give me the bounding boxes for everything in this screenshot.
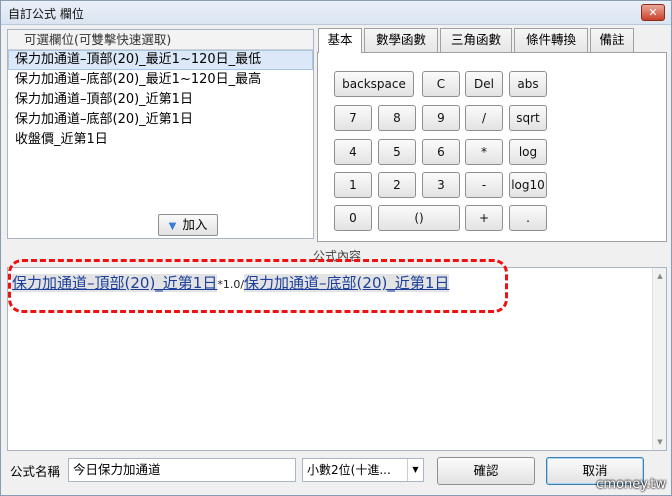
formula-name-input[interactable]: 今日保力加通道	[68, 458, 296, 482]
list-item[interactable]: 保力加通道–底部(20)_近第1日	[8, 110, 313, 130]
chevron-down-icon[interactable]: ▼	[407, 459, 423, 481]
arrow-down-icon: ▼	[168, 221, 177, 232]
tab-trig[interactable]: 三角函數	[440, 28, 512, 52]
backspace-button[interactable]: backspace	[334, 71, 414, 97]
tab-notes[interactable]: 備註	[590, 28, 634, 52]
list-item[interactable]: 保力加通道–頂部(20)_最近1~120日_最低	[8, 50, 313, 70]
digit-0-button[interactable]: 0	[334, 205, 372, 231]
formula-name-label: 公式名稱	[10, 464, 61, 479]
decimal-select-value: 小數2位(十進...	[307, 463, 391, 477]
digit-6-button[interactable]: 6	[422, 139, 460, 165]
multiply-button[interactable]: *	[465, 139, 503, 165]
formula-dialog: 自訂公式 欄位 ✕ 可選欄位(可雙擊快速選取) 保力加通道–頂部(20)_最近1…	[0, 0, 672, 496]
fields-list: 保力加通道–頂部(20)_最近1~120日_最低 保力加通道–底部(20)_最近…	[8, 50, 313, 150]
calculator-panel: backspace C Del abs 7 8 9 / sqrt 4 5 6 *…	[317, 52, 667, 242]
tab-basic[interactable]: 基本	[318, 28, 362, 53]
tab-math[interactable]: 數學函數	[364, 28, 438, 52]
list-item[interactable]: 保力加通道–頂部(20)_近第1日	[8, 90, 313, 110]
window-title: 自訂公式 欄位	[8, 7, 84, 21]
parentheses-button[interactable]: ()	[378, 205, 460, 231]
divide-button[interactable]: /	[465, 105, 503, 131]
sqrt-button[interactable]: sqrt	[509, 105, 547, 131]
digit-4-button[interactable]: 4	[334, 139, 372, 165]
digit-1-button[interactable]: 1	[334, 172, 372, 198]
scroll-up-icon[interactable]: ▲	[655, 272, 665, 280]
digit-2-button[interactable]: 2	[378, 172, 416, 198]
scroll-down-icon[interactable]: ▼	[655, 438, 665, 446]
decimal-point-button[interactable]: .	[509, 205, 547, 231]
decimal-select[interactable]: 小數2位(十進... ▼	[302, 458, 424, 482]
digit-5-button[interactable]: 5	[378, 139, 416, 165]
log-button[interactable]: log	[509, 139, 547, 165]
digit-9-button[interactable]: 9	[422, 105, 460, 131]
close-button[interactable]: ✕	[641, 4, 665, 21]
list-item[interactable]: 保力加通道–底部(20)_最近1~120日_最高	[8, 70, 313, 90]
digit-8-button[interactable]: 8	[378, 105, 416, 131]
bottom-bar: 公式名稱 今日保力加通道 小數2位(十進... ▼ 確認 取消	[1, 453, 671, 495]
close-icon: ✕	[648, 6, 658, 19]
plus-button[interactable]: +	[465, 205, 503, 231]
confirm-button[interactable]: 確認	[437, 457, 535, 485]
clear-button[interactable]: C	[422, 71, 460, 97]
delete-button[interactable]: Del	[465, 71, 503, 97]
add-button-label: 加入	[182, 217, 208, 232]
highlight-annotation	[8, 259, 508, 313]
tab-condition[interactable]: 條件轉換	[514, 28, 588, 52]
digit-3-button[interactable]: 3	[422, 172, 460, 198]
title-bar: 自訂公式 欄位 ✕	[1, 1, 671, 25]
abs-button[interactable]: abs	[509, 71, 547, 97]
formula-scrollbar[interactable]: ▲ ▼	[652, 268, 666, 450]
watermark: cmoney.tw	[596, 477, 666, 492]
minus-button[interactable]: -	[465, 172, 503, 198]
digit-7-button[interactable]: 7	[334, 105, 372, 131]
fields-header: 可選欄位(可雙擊快速選取)	[8, 30, 313, 50]
log10-button[interactable]: log10	[509, 172, 547, 198]
list-item[interactable]: 收盤價_近第1日	[8, 130, 313, 150]
add-button[interactable]: ▼ 加入	[158, 214, 218, 236]
available-fields-panel: 可選欄位(可雙擊快速選取) 保力加通道–頂部(20)_最近1~120日_最低 保…	[7, 29, 314, 239]
